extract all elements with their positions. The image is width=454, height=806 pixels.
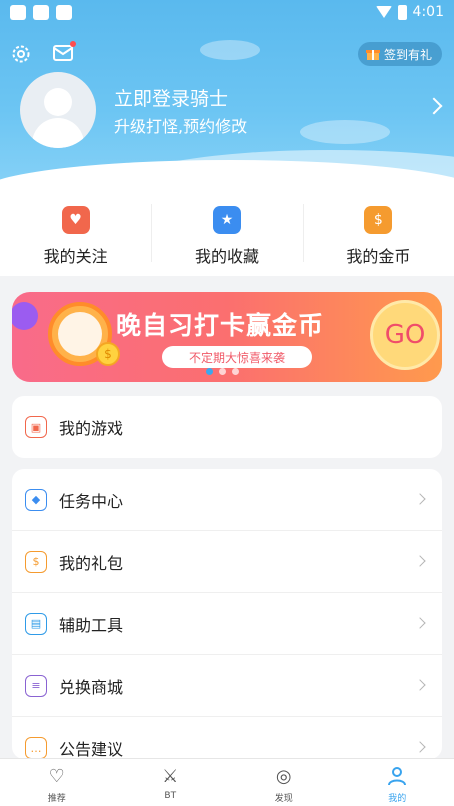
- gift-icon: [366, 50, 380, 60]
- nav-tab-bt[interactable]: ⚔ BT: [114, 759, 228, 806]
- quick-action-label: 我的金币: [346, 247, 411, 266]
- quick-action-label: 我的关注: [43, 247, 108, 266]
- carousel-dot[interactable]: [219, 368, 226, 375]
- menu-card: ◆ 任务中心 $ 我的礼包 ▤ 辅助工具 ≡ 兑换商城 … 公告建议: [12, 469, 442, 759]
- gamepad-icon: ▣: [25, 416, 47, 438]
- quick-action-follow[interactable]: ♥ 我的关注: [0, 196, 151, 276]
- toolbox-icon: ▤: [25, 612, 47, 635]
- diamond-icon: ◆: [25, 488, 47, 511]
- chevron-right-icon: [414, 493, 426, 505]
- carousel-dot[interactable]: [206, 368, 213, 375]
- carousel-dot[interactable]: [232, 368, 239, 375]
- shop-icon: ≡: [25, 674, 47, 697]
- notification-icon: [10, 4, 26, 20]
- wifi-icon: [375, 6, 392, 18]
- chevron-right-icon[interactable]: [425, 97, 443, 115]
- menu-item-shop[interactable]: ≡ 兑换商城: [12, 655, 442, 717]
- heart-outline-icon: ♡: [48, 765, 65, 787]
- gift-bag-icon: $: [25, 550, 47, 573]
- status-time: 4:01: [412, 4, 444, 20]
- login-subtitle: 升级打怪,预约修改: [114, 117, 248, 136]
- menu-item-my-games[interactable]: ▣ 我的游戏: [12, 396, 442, 458]
- menu-item-label: 我的礼包: [59, 553, 124, 573]
- menu-item-label: 辅助工具: [59, 615, 124, 635]
- menu-item-tasks[interactable]: ◆ 任务中心: [12, 469, 442, 531]
- quick-action-coins[interactable]: $ 我的金币: [302, 196, 454, 276]
- wave-decoration: [0, 160, 454, 200]
- user-icon: [386, 765, 408, 787]
- mail-icon[interactable]: [53, 41, 76, 62]
- quick-action-label: 我的收藏: [194, 247, 259, 266]
- nav-tab-label: 我的: [388, 794, 407, 804]
- nav-tab-discover[interactable]: ◎ 发现: [227, 759, 341, 806]
- banner-go-button[interactable]: GO: [370, 300, 440, 370]
- menu-item-notice[interactable]: … 公告建议: [12, 717, 442, 759]
- quick-action-favorites[interactable]: ★ 我的收藏: [151, 196, 302, 276]
- notification-icon: [56, 4, 72, 20]
- menu-item-label: 公告建议: [59, 740, 124, 759]
- menu-item-label: 兑换商城: [59, 677, 124, 697]
- nav-tab-label: 推荐: [47, 794, 66, 804]
- star-icon: ★: [212, 206, 241, 234]
- chevron-right-icon: [414, 555, 426, 567]
- planet-icon: ◎: [275, 765, 292, 787]
- nav-tab-label: 发现: [274, 794, 293, 804]
- login-title[interactable]: 立即登录骑士: [114, 84, 228, 111]
- coin-icon: $: [364, 206, 393, 234]
- heart-icon: ♥: [61, 206, 90, 234]
- bottom-nav: ♡ 推荐 ⚔ BT ◎ 发现 我的: [0, 758, 454, 806]
- cloud-decoration: [300, 120, 390, 144]
- sword-icon: ⚔: [162, 765, 179, 787]
- signin-label: 签到有礼: [384, 47, 433, 62]
- nav-tab-label: BT: [164, 791, 177, 801]
- cloud-decoration: [200, 40, 260, 60]
- nav-tab-mine[interactable]: 我的: [341, 759, 454, 806]
- menu-item-gifts[interactable]: $ 我的礼包: [12, 531, 442, 593]
- banner-title: 晚自习打卡赢金币: [116, 311, 325, 340]
- quick-actions: ♥ 我的关注 ★ 我的收藏 $ 我的金币: [0, 196, 454, 276]
- signin-gift-button[interactable]: 签到有礼: [358, 42, 442, 66]
- ball-decoration: [12, 302, 38, 330]
- notice-icon: …: [25, 737, 47, 759]
- profile-header: 4:01 签到有礼 立即登录骑士 升级打怪,预约修改: [0, 0, 454, 200]
- chevron-right-icon: [414, 617, 426, 629]
- my-games-card: ▣ 我的游戏: [12, 396, 442, 458]
- nav-tab-recommend[interactable]: ♡ 推荐: [0, 759, 114, 806]
- menu-item-tools[interactable]: ▤ 辅助工具: [12, 593, 442, 655]
- avatar[interactable]: [20, 72, 96, 148]
- chevron-right-icon: [414, 741, 426, 753]
- menu-item-label: 任务中心: [59, 491, 124, 511]
- notification-icon: [33, 4, 49, 20]
- gear-icon[interactable]: [10, 43, 32, 65]
- coin-icon: $: [96, 342, 120, 366]
- battery-icon: [397, 4, 407, 20]
- banner-subtitle: 不定期大惊喜来袭: [162, 346, 312, 368]
- status-bar: 4:01: [0, 0, 454, 24]
- chevron-right-icon: [414, 679, 426, 691]
- unread-dot: [70, 41, 76, 47]
- carousel-indicator: [206, 368, 239, 375]
- menu-item-label: 我的游戏: [59, 419, 124, 438]
